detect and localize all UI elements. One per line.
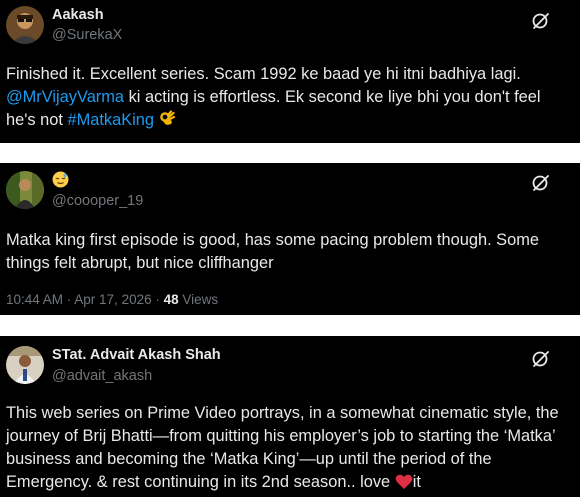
user-handle[interactable]: @SurekaX <box>52 27 122 43</box>
mention-link[interactable]: @MrVijayVarma <box>6 88 124 106</box>
tweet-card-coooper[interactable]: @coooper_19 Matka king first episode is … <box>0 163 580 315</box>
user-handle[interactable]: @advait_akash <box>52 368 152 384</box>
grok-icon[interactable] <box>531 11 551 31</box>
red-heart-emoji <box>395 474 413 497</box>
tweet-text-part: it <box>412 473 421 491</box>
tweet-card-aakash[interactable]: Aakash @SurekaX Finished it. Excellent s… <box>0 0 580 143</box>
avatar-image <box>6 171 44 209</box>
avatar-image <box>6 346 44 384</box>
relieved-face-emoji <box>52 171 69 192</box>
avatar[interactable] <box>6 6 44 44</box>
tweet-text-part: This web series on Prime Video portrays,… <box>6 404 559 491</box>
avatar[interactable] <box>6 171 44 209</box>
avatar-image <box>6 6 44 44</box>
tweet-text-part: Finished it. Excellent series. Scam 1992… <box>6 65 521 83</box>
grok-icon[interactable] <box>531 173 551 193</box>
display-name-emoji[interactable] <box>52 171 69 192</box>
timestamp-link[interactable]: 10:44 AM · Apr 17, 2026 · <box>6 292 164 307</box>
views-label: Views <box>178 292 219 307</box>
tweet-meta: 10:44 AM · Apr 17, 2026 · 48 Views <box>6 292 218 307</box>
tweet-text: Matka king first episode is good, has so… <box>6 231 539 272</box>
views-count: 48 <box>163 292 179 307</box>
tweet-text: Finished it. Excellent series. Scam 1992… <box>6 63 572 135</box>
display-name[interactable]: STat. Advait Akash Shah <box>52 347 221 363</box>
tweet-card-advait[interactable]: STat. Advait Akash Shah @advait_akash Th… <box>0 336 580 497</box>
grok-icon[interactable] <box>531 349 551 369</box>
display-name[interactable]: Aakash <box>52 7 104 23</box>
user-handle[interactable]: @coooper_19 <box>52 193 143 209</box>
avatar[interactable] <box>6 346 44 384</box>
ok-hand-emoji <box>159 110 176 135</box>
tweet-text: This web series on Prime Video portrays,… <box>6 402 572 497</box>
hashtag-link[interactable]: #MatkaKing <box>67 111 154 129</box>
